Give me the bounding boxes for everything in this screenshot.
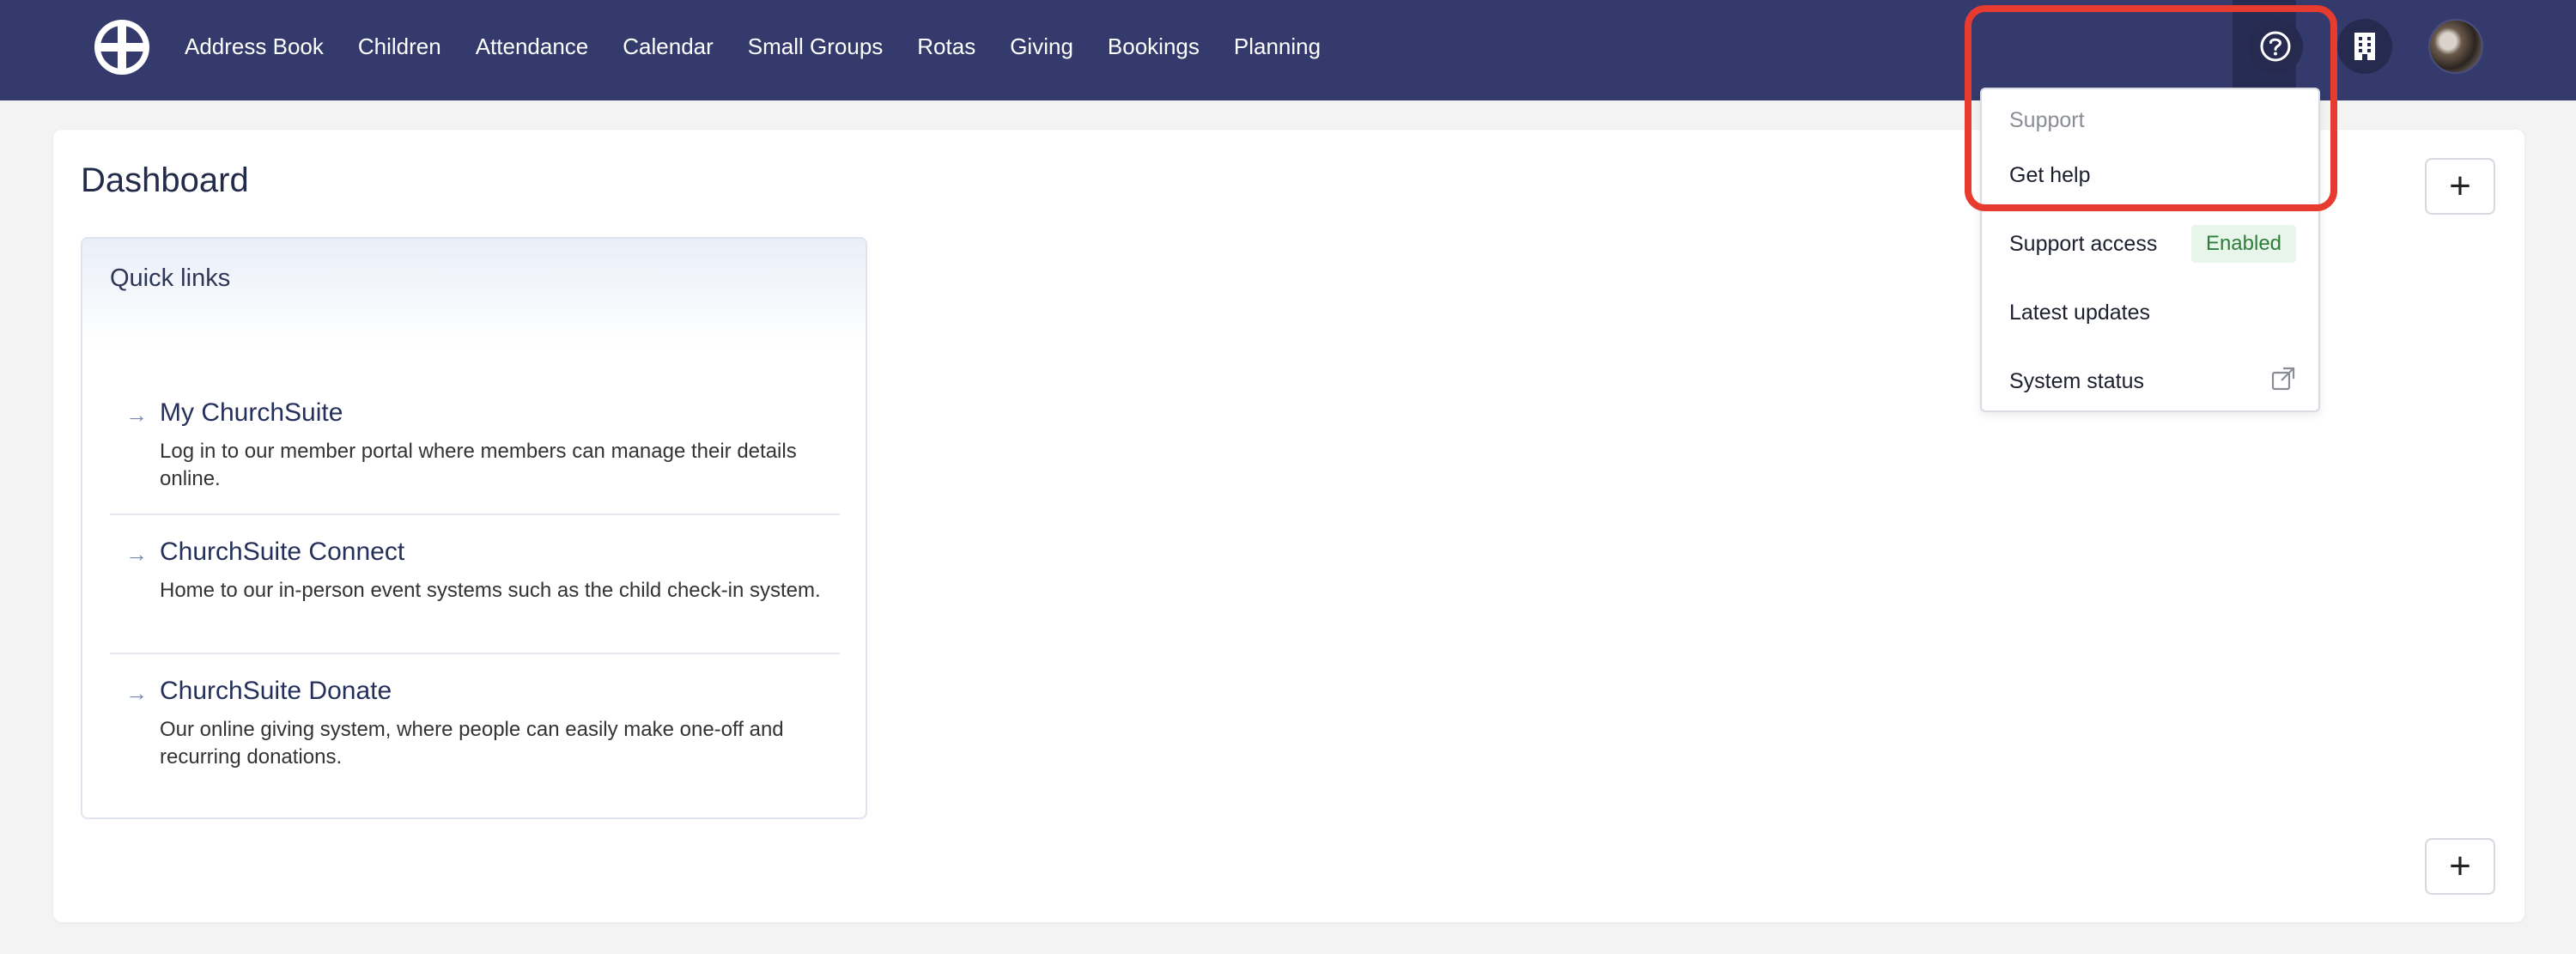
- nav-address-book[interactable]: Address Book: [185, 33, 324, 60]
- support-access-menu-item[interactable]: Support access: [2009, 232, 2157, 257]
- quick-link-description: Home to our in-person event systems such…: [160, 579, 821, 602]
- external-link-icon: [2270, 366, 2296, 392]
- nav-rotas[interactable]: Rotas: [917, 33, 975, 60]
- divider: [110, 653, 840, 654]
- nav-giving[interactable]: Giving: [1010, 33, 1073, 60]
- arrow-right-icon: →: [125, 541, 148, 567]
- page-title: Dashboard: [81, 161, 249, 199]
- quick-links-widget: Quick links → My ChurchSuite Log in to o…: [81, 237, 867, 819]
- system-status-menu-item[interactable]: System status: [2009, 369, 2144, 394]
- question-circle-icon[interactable]: [2248, 19, 2303, 74]
- quick-link-title[interactable]: ChurchSuite Connect: [160, 538, 404, 567]
- latest-updates-menu-item[interactable]: Latest updates: [2009, 301, 2150, 325]
- get-help-menu-item[interactable]: Get help: [2009, 163, 2091, 188]
- quick-links-heading: Quick links: [82, 239, 866, 347]
- user-avatar[interactable]: [2428, 19, 2483, 74]
- nav-attendance[interactable]: Attendance: [476, 33, 589, 60]
- nav-bookings[interactable]: Bookings: [1108, 33, 1200, 60]
- support-dropdown-menu: Support Get help Support access Enabled …: [1980, 88, 2320, 412]
- nav-small-groups[interactable]: Small Groups: [748, 33, 884, 60]
- add-widget-button-top[interactable]: +: [2425, 158, 2495, 215]
- add-widget-button-bottom[interactable]: +: [2425, 838, 2495, 895]
- status-badge: Enabled: [2191, 225, 2296, 263]
- arrow-right-icon: →: [125, 402, 148, 428]
- quick-link-title[interactable]: ChurchSuite Donate: [160, 677, 392, 706]
- nav-children[interactable]: Children: [358, 33, 441, 60]
- quick-link-description: Our online giving system, where people c…: [160, 718, 784, 769]
- main-navigation: Address Book Children Attendance Calenda…: [185, 0, 1355, 93]
- divider: [110, 513, 840, 515]
- quick-link-description: Log in to our member portal where member…: [160, 440, 797, 490]
- building-icon[interactable]: [2337, 19, 2392, 74]
- quick-link-title[interactable]: My ChurchSuite: [160, 398, 343, 428]
- nav-calendar[interactable]: Calendar: [623, 33, 714, 60]
- support-menu-header: Support: [2009, 108, 2085, 132]
- nav-planning[interactable]: Planning: [1234, 33, 1321, 60]
- arrow-right-icon: →: [125, 680, 148, 706]
- churchsuite-logo-icon[interactable]: [93, 18, 151, 76]
